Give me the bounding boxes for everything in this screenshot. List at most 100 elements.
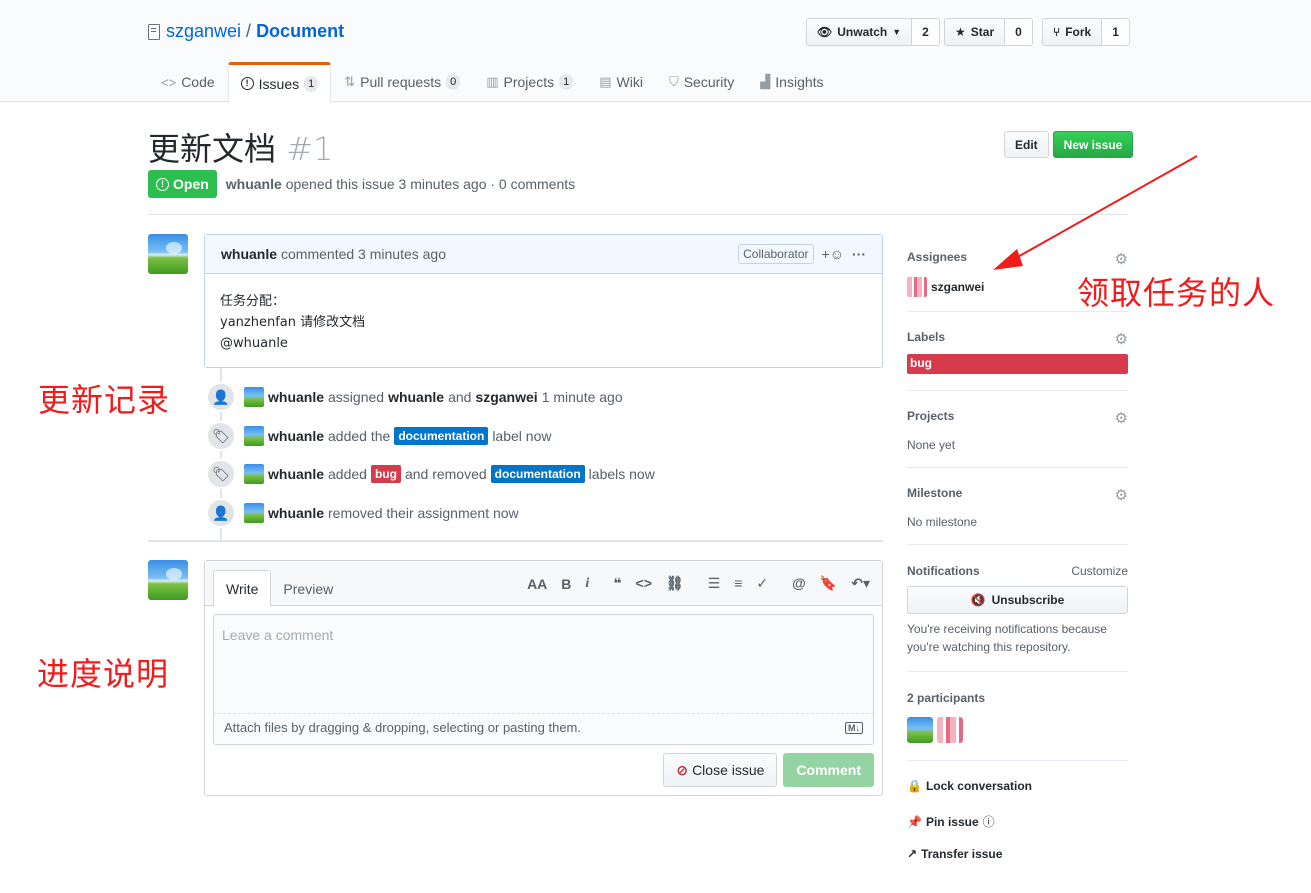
text-size-icon[interactable]: AA [527, 576, 547, 592]
bold-icon[interactable]: B [561, 576, 571, 592]
tab-insights-label: Insights [775, 74, 824, 90]
labels-title[interactable]: Labels [907, 330, 945, 348]
gear-icon[interactable]: ⚙ [1115, 486, 1128, 504]
unordered-list-icon[interactable]: ☰ [708, 575, 721, 592]
transfer-label: Transfer issue [921, 847, 1003, 861]
lock-conversation-link[interactable]: 🔒 Lock conversation [907, 779, 1032, 793]
kebab-horizontal-icon[interactable]: ··· [852, 246, 866, 262]
label-documentation[interactable]: documentation [490, 465, 585, 483]
comment-time[interactable]: commented 3 minutes ago [281, 246, 446, 262]
issue-title-text: 更新文档 [148, 130, 277, 168]
avatar[interactable] [148, 560, 188, 600]
tab-issues[interactable]: ! Issues 1 [227, 62, 332, 103]
unsubscribe-button[interactable]: 🔇 Unsubscribe [907, 586, 1128, 614]
unwatch-label: Unwatch [837, 25, 888, 39]
sidebar-divider [907, 390, 1128, 391]
timeline-event: 🏷 whuanle added the documentation label … [206, 421, 555, 451]
event-text: labels now [588, 466, 655, 482]
comment-body: 任务分配： yanzhenfan 请修改文档 @whuanle [205, 274, 882, 371]
repo-owner-link[interactable]: szganwei [166, 21, 241, 42]
avatar[interactable] [244, 426, 264, 446]
lock-icon: 🔒 [907, 779, 922, 793]
label-bug[interactable]: bug [370, 465, 401, 483]
repo-name-link[interactable]: Document [256, 21, 344, 42]
milestone-value: No milestone [907, 515, 978, 529]
star-button[interactable]: ★ Star [944, 18, 1006, 46]
assignees-title[interactable]: Assignees [907, 250, 967, 268]
tasklist-icon[interactable]: ✓ [756, 575, 768, 592]
issue-icon: ! [240, 77, 254, 90]
issue-author-link[interactable]: whuanle [226, 176, 282, 192]
ordered-list-icon[interactable]: ≡ [734, 575, 742, 592]
pull-request-icon: ⇅ [344, 74, 356, 89]
pin-issue-link[interactable]: 📌 Pin issue ⓘ [907, 813, 995, 830]
gear-icon[interactable]: ⚙ [1115, 409, 1128, 427]
bookmark-icon[interactable]: 🔖 [820, 575, 837, 592]
markdown-icon[interactable]: M↓ [845, 722, 863, 734]
comment-mention[interactable]: @whuanle [220, 333, 867, 354]
quote-icon[interactable]: ❝ [613, 575, 621, 592]
reply-icon[interactable]: ↶▾ [851, 575, 870, 592]
add-reaction-icon[interactable]: +☺ [822, 246, 844, 262]
sidebar-divider [907, 671, 1128, 672]
comment-author-link[interactable]: whuanle [221, 246, 277, 262]
transfer-issue-link[interactable]: ↗ Transfer issue [907, 847, 1002, 861]
mention-icon[interactable]: @ [792, 575, 806, 592]
comment-textarea[interactable]: Leave a comment [213, 614, 874, 714]
event-actor[interactable]: whuanle [268, 466, 324, 482]
event-text: added [328, 466, 367, 482]
customize-link[interactable]: Customize [1071, 564, 1128, 578]
comment-tabs: Write Preview [213, 570, 345, 607]
event-user[interactable]: whuanle [388, 389, 444, 405]
status-text: Open [173, 176, 209, 192]
event-user[interactable]: szganwei [475, 389, 537, 405]
fork-button[interactable]: ⑂ Fork [1042, 18, 1103, 46]
person-icon: 👤 [206, 382, 236, 412]
event-actor[interactable]: whuanle [268, 428, 324, 444]
info-icon[interactable]: ⓘ [983, 813, 995, 830]
avatar[interactable] [244, 464, 264, 484]
tab-code[interactable]: <> Code [148, 62, 228, 102]
event-actor[interactable]: whuanle [268, 389, 324, 405]
tab-projects[interactable]: ▥ Projects 1 [473, 62, 586, 102]
avatar[interactable] [244, 387, 264, 407]
project-icon: ▥ [486, 74, 499, 89]
attach-files-area[interactable]: Attach files by dragging & dropping, sel… [213, 714, 874, 745]
projects-title[interactable]: Projects [907, 409, 954, 427]
code-icon[interactable]: <> [636, 575, 652, 592]
star-label: Star [970, 25, 995, 39]
event-text: removed their assignment now [328, 505, 519, 521]
avatar[interactable] [148, 234, 188, 274]
tab-wiki[interactable]: ▤ Wiki [586, 62, 656, 102]
tag-icon: 🏷 [206, 459, 236, 489]
timeline-event: 👤 whuanle assigned whuanle and szganwei … [206, 382, 627, 412]
status-badge: ! Open [148, 170, 217, 198]
avatar[interactable] [937, 717, 963, 743]
link-icon[interactable]: ⛓ [666, 575, 684, 592]
shield-icon: ⛉ [668, 74, 679, 89]
event-time[interactable]: 1 minute ago [542, 389, 623, 405]
issue-number: #1 [286, 130, 334, 168]
label-bug[interactable]: bug [907, 354, 1128, 374]
watchers-count[interactable]: 2 [912, 18, 940, 46]
gear-icon[interactable]: ⚙ [1115, 330, 1128, 348]
tab-preview[interactable]: Preview [271, 570, 345, 607]
milestone-title[interactable]: Milestone [907, 486, 962, 504]
event-actor[interactable]: whuanle [268, 505, 324, 521]
graph-icon: ▟ [760, 74, 771, 89]
comment-button[interactable]: Comment [783, 753, 874, 787]
tab-write[interactable]: Write [213, 570, 272, 607]
caret-down-icon: ▼ [892, 27, 902, 37]
avatar[interactable] [244, 503, 264, 523]
tab-security[interactable]: ⛉ Security [656, 62, 747, 102]
unwatch-button[interactable]: 👁 Unwatch ▼ [806, 18, 913, 46]
person-icon: 👤 [206, 498, 236, 528]
avatar[interactable] [907, 717, 933, 743]
tab-pull-requests[interactable]: ⇅ Pull requests 0 [331, 62, 473, 102]
forks-count[interactable]: 1 [1102, 18, 1130, 46]
label-documentation[interactable]: documentation [394, 427, 489, 445]
stars-count[interactable]: 0 [1005, 18, 1033, 46]
close-issue-button[interactable]: ⊘ Close issue [663, 753, 778, 787]
italic-icon[interactable]: i [585, 576, 589, 592]
tab-insights[interactable]: ▟ Insights [747, 62, 836, 102]
